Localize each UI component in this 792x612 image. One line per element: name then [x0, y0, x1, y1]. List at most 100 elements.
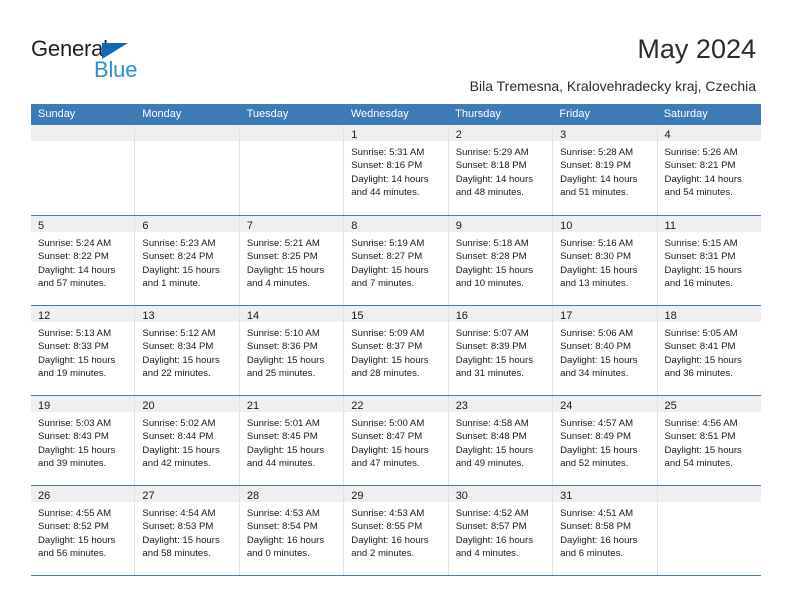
- calendar-day-cell[interactable]: 4 Sunrise: 5:26 AM Sunset: 8:21 PM Daylight…: [657, 125, 761, 215]
- daylight-text: Daylight: 15 hours: [142, 444, 220, 456]
- sunset-text: Sunset: 8:34 PM: [142, 341, 214, 353]
- general-blue-logo[interactable]: General Blue: [31, 38, 231, 86]
- day-details: Sunrise: 4:53 AM Sunset: 8:55 PM Daylight:…: [344, 502, 447, 561]
- daylight-text-cont: and 1 minute.: [142, 278, 201, 290]
- calendar-day-cell[interactable]: 18 Sunrise: 5:05 AM Sunset: 8:41 PM Dayligh…: [657, 306, 761, 395]
- calendar-day-cell[interactable]: 27 Sunrise: 4:54 AM Sunset: 8:53 PM Dayligh…: [135, 486, 240, 575]
- sunrise-text: Sunrise: 5:05 AM: [664, 328, 738, 339]
- calendar-day-cell[interactable]: 7 Sunrise: 5:21 AM Sunset: 8:25 PM Daylight…: [239, 216, 345, 305]
- calendar-day-cell[interactable]: 13 Sunrise: 5:12 AM Sunset: 8:34 PM Dayligh…: [135, 306, 240, 395]
- calendar-day-cell[interactable]: 14 Sunrise: 5:10 AM Sunset: 8:36 PM Dayligh…: [239, 306, 345, 395]
- daylight-text-cont: and 19 minutes.: [38, 368, 107, 380]
- calendar-day-cell[interactable]: 10 Sunrise: 5:16 AM Sunset: 8:30 PM Dayligh…: [553, 216, 658, 305]
- daylight-text: Daylight: 15 hours: [246, 354, 325, 366]
- daylight-text-cont: and 0 minutes.: [246, 548, 310, 560]
- sunset-text: Sunset: 8:36 PM: [246, 341, 318, 353]
- calendar-week-row: 19 Sunrise: 5:03 AM Sunset: 8:43 PM Dayligh…: [31, 395, 761, 485]
- sunset-text: Sunset: 8:24 PM: [142, 251, 214, 263]
- calendar-day-cell[interactable]: 24 Sunrise: 4:57 AM Sunset: 8:49 PM Dayligh…: [553, 396, 658, 485]
- calendar-day-cell[interactable]: 16 Sunrise: 5:07 AM Sunset: 8:39 PM Dayligh…: [448, 306, 554, 395]
- sunrise-text: Sunrise: 5:03 AM: [38, 418, 112, 429]
- sunset-text: Sunset: 8:19 PM: [560, 160, 632, 172]
- calendar-bottom-rule: [31, 575, 761, 576]
- daylight-text: Daylight: 15 hours: [664, 354, 742, 366]
- sunset-text: Sunset: 8:54 PM: [246, 521, 318, 533]
- sunrise-text: Sunrise: 5:10 AM: [246, 328, 320, 339]
- sunrise-text: Sunrise: 5:12 AM: [142, 328, 216, 339]
- day-number-strip: 17: [553, 306, 657, 322]
- day-number: 5: [38, 220, 45, 232]
- daylight-text: Daylight: 15 hours: [38, 354, 116, 366]
- calendar-day-cell[interactable]: 3 Sunrise: 5:28 AM Sunset: 8:19 PM Daylight…: [553, 125, 658, 215]
- calendar-day-cell[interactable]: 17 Sunrise: 5:06 AM Sunset: 8:40 PM Dayligh…: [553, 306, 658, 395]
- day-number: 4: [664, 129, 671, 141]
- calendar-day-cell[interactable]: 22 Sunrise: 5:00 AM Sunset: 8:47 PM Dayligh…: [344, 396, 449, 485]
- day-details: Sunrise: 5:16 AM Sunset: 8:30 PM Daylight:…: [553, 232, 656, 291]
- calendar-day-cell[interactable]: 21 Sunrise: 5:01 AM Sunset: 8:45 PM Dayligh…: [239, 396, 345, 485]
- calendar-day-cell[interactable]: 30 Sunrise: 4:52 AM Sunset: 8:57 PM Dayligh…: [448, 486, 554, 575]
- sunrise-text: Sunrise: 4:52 AM: [455, 508, 529, 519]
- day-details: Sunrise: 5:21 AM Sunset: 8:25 PM Daylight:…: [240, 232, 343, 291]
- calendar-week-row: 1 Sunrise: 5:31 AM Sunset: 8:16 PM Daylight…: [31, 125, 761, 215]
- calendar-day-cell[interactable]: 11 Sunrise: 5:15 AM Sunset: 8:31 PM Dayligh…: [657, 216, 761, 305]
- weekday-header-wednesday: Wednesday: [350, 108, 409, 120]
- day-number: 21: [246, 400, 260, 412]
- calendar-day-cell[interactable]: 8 Sunrise: 5:19 AM Sunset: 8:27 PM Daylight…: [344, 216, 449, 305]
- day-details: Sunrise: 5:01 AM Sunset: 8:45 PM Daylight:…: [240, 412, 343, 471]
- day-number-strip: [135, 125, 239, 141]
- daylight-text-cont: and 39 minutes.: [38, 458, 107, 470]
- daylight-text-cont: and 22 minutes.: [142, 368, 211, 380]
- calendar-day-cell[interactable]: 12 Sunrise: 5:13 AM Sunset: 8:33 PM Dayligh…: [31, 306, 136, 395]
- daylight-text: Daylight: 16 hours: [560, 534, 638, 546]
- weekday-header-friday: Friday: [559, 108, 590, 120]
- calendar-day-cell[interactable]: 29 Sunrise: 4:53 AM Sunset: 8:55 PM Dayligh…: [344, 486, 449, 575]
- day-details: Sunrise: 5:03 AM Sunset: 8:43 PM Daylight:…: [31, 412, 134, 471]
- day-number: 10: [560, 220, 573, 232]
- calendar-day-cell[interactable]: 20 Sunrise: 5:02 AM Sunset: 8:44 PM Dayligh…: [135, 396, 240, 485]
- daylight-text-cont: and 57 minutes.: [38, 278, 107, 290]
- daylight-text: Daylight: 15 hours: [664, 444, 742, 456]
- logo-text-blue: Blue: [94, 57, 138, 82]
- day-number-strip: 11: [657, 216, 761, 232]
- day-details: Sunrise: 5:19 AM Sunset: 8:27 PM Daylight:…: [344, 232, 447, 291]
- day-number: 14: [246, 310, 260, 322]
- calendar-day-cell[interactable]: 23 Sunrise: 4:58 AM Sunset: 8:48 PM Dayligh…: [448, 396, 554, 485]
- day-number-strip: 5: [31, 216, 135, 232]
- daylight-text: Daylight: 15 hours: [142, 534, 220, 546]
- calendar-day-cell[interactable]: 25 Sunrise: 4:56 AM Sunset: 8:51 PM Dayligh…: [657, 396, 761, 485]
- daylight-text: Daylight: 15 hours: [560, 264, 638, 276]
- day-number: 9: [455, 220, 462, 232]
- daylight-text: Daylight: 15 hours: [38, 534, 116, 546]
- sunrise-text: Sunrise: 5:29 AM: [455, 147, 529, 158]
- calendar-day-cell[interactable]: 9 Sunrise: 5:18 AM Sunset: 8:28 PM Daylight…: [448, 216, 554, 305]
- day-number-strip: 7: [239, 216, 344, 232]
- calendar-day-cell[interactable]: 6 Sunrise: 5:23 AM Sunset: 8:24 PM Daylight…: [135, 216, 240, 305]
- day-number: 16: [455, 310, 468, 322]
- daylight-text: Daylight: 15 hours: [246, 444, 325, 456]
- calendar-day-cell[interactable]: 1 Sunrise: 5:31 AM Sunset: 8:16 PM Daylight…: [344, 125, 449, 215]
- daylight-text: Daylight: 15 hours: [351, 444, 429, 456]
- calendar-day-cell[interactable]: 19 Sunrise: 5:03 AM Sunset: 8:43 PM Dayligh…: [31, 396, 136, 485]
- day-number: 25: [664, 400, 677, 412]
- day-number: 6: [142, 220, 149, 232]
- weekday-header-thursday: Thursday: [455, 108, 501, 120]
- daylight-text-cont: and 47 minutes.: [351, 458, 420, 470]
- day-details: Sunrise: 4:58 AM Sunset: 8:48 PM Daylight:…: [449, 412, 552, 471]
- calendar-day-cell[interactable]: 5 Sunrise: 5:24 AM Sunset: 8:22 PM Daylight…: [31, 216, 136, 305]
- sunrise-text: Sunrise: 4:58 AM: [455, 418, 529, 429]
- daylight-text: Daylight: 15 hours: [664, 264, 742, 276]
- day-number: 31: [560, 490, 573, 502]
- calendar-day-cell[interactable]: 15 Sunrise: 5:09 AM Sunset: 8:37 PM Dayligh…: [344, 306, 449, 395]
- calendar-day-cell[interactable]: 31 Sunrise: 4:51 AM Sunset: 8:58 PM Dayligh…: [553, 486, 658, 575]
- daylight-text-cont: and 36 minutes.: [664, 368, 733, 380]
- day-number: 2: [455, 129, 462, 141]
- calendar-day-cell[interactable]: 2 Sunrise: 5:29 AM Sunset: 8:18 PM Daylight…: [448, 125, 554, 215]
- sunset-text: Sunset: 8:21 PM: [664, 160, 736, 172]
- calendar-page: General Blue May 2024 Bila Tremesna, Kra…: [0, 0, 792, 612]
- sunset-text: Sunset: 8:37 PM: [351, 341, 423, 353]
- calendar-day-cell[interactable]: 26 Sunrise: 4:55 AM Sunset: 8:52 PM Dayligh…: [31, 486, 136, 575]
- calendar-day-cell[interactable]: 28 Sunrise: 4:53 AM Sunset: 8:54 PM Dayligh…: [239, 486, 345, 575]
- day-number-strip: 21: [239, 396, 344, 412]
- day-number-strip: 8: [344, 216, 448, 232]
- calendar-week-row: 12 Sunrise: 5:13 AM Sunset: 8:33 PM Dayligh…: [31, 305, 761, 395]
